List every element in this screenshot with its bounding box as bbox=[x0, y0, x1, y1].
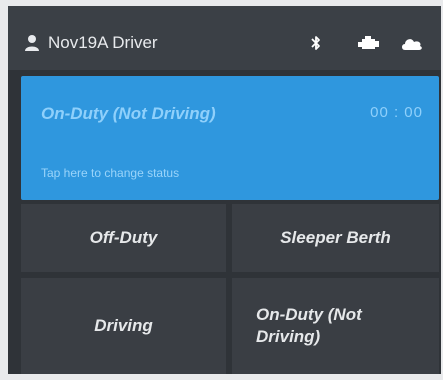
current-status-label: On-Duty (Not Driving) bbox=[41, 104, 216, 123]
status-timer: 00 : 00 bbox=[370, 104, 423, 121]
off-duty-button[interactable]: Off-Duty bbox=[21, 204, 226, 272]
sleeper-berth-label: Sleeper Berth bbox=[280, 228, 391, 247]
change-status-hint: Tap here to change status bbox=[41, 166, 180, 180]
cloud-icon[interactable] bbox=[400, 34, 424, 52]
driving-button[interactable]: Driving bbox=[21, 278, 226, 374]
bluetooth-icon[interactable] bbox=[311, 34, 321, 52]
driving-label: Driving bbox=[94, 316, 153, 335]
current-status-card[interactable]: On-Duty (Not Driving) 00 : 00 Tap here t… bbox=[21, 76, 439, 200]
truck-engine-icon[interactable] bbox=[358, 34, 380, 52]
on-duty-not-driving-label: On-Duty (Not Driving) bbox=[256, 305, 362, 346]
header-bar: Nov19A Driver bbox=[8, 6, 441, 70]
user-icon bbox=[25, 35, 39, 51]
driver-name: Nov19A Driver bbox=[48, 33, 158, 52]
hos-panel: Nov19A Driver On-Duty (Not Driving) 00 :… bbox=[8, 6, 441, 374]
on-duty-not-driving-button[interactable]: On-Duty (Not Driving) bbox=[232, 278, 439, 374]
app-frame: Nov19A Driver On-Duty (Not Driving) 00 :… bbox=[0, 0, 443, 380]
sleeper-berth-button[interactable]: Sleeper Berth bbox=[232, 204, 439, 272]
off-duty-label: Off-Duty bbox=[89, 228, 158, 247]
